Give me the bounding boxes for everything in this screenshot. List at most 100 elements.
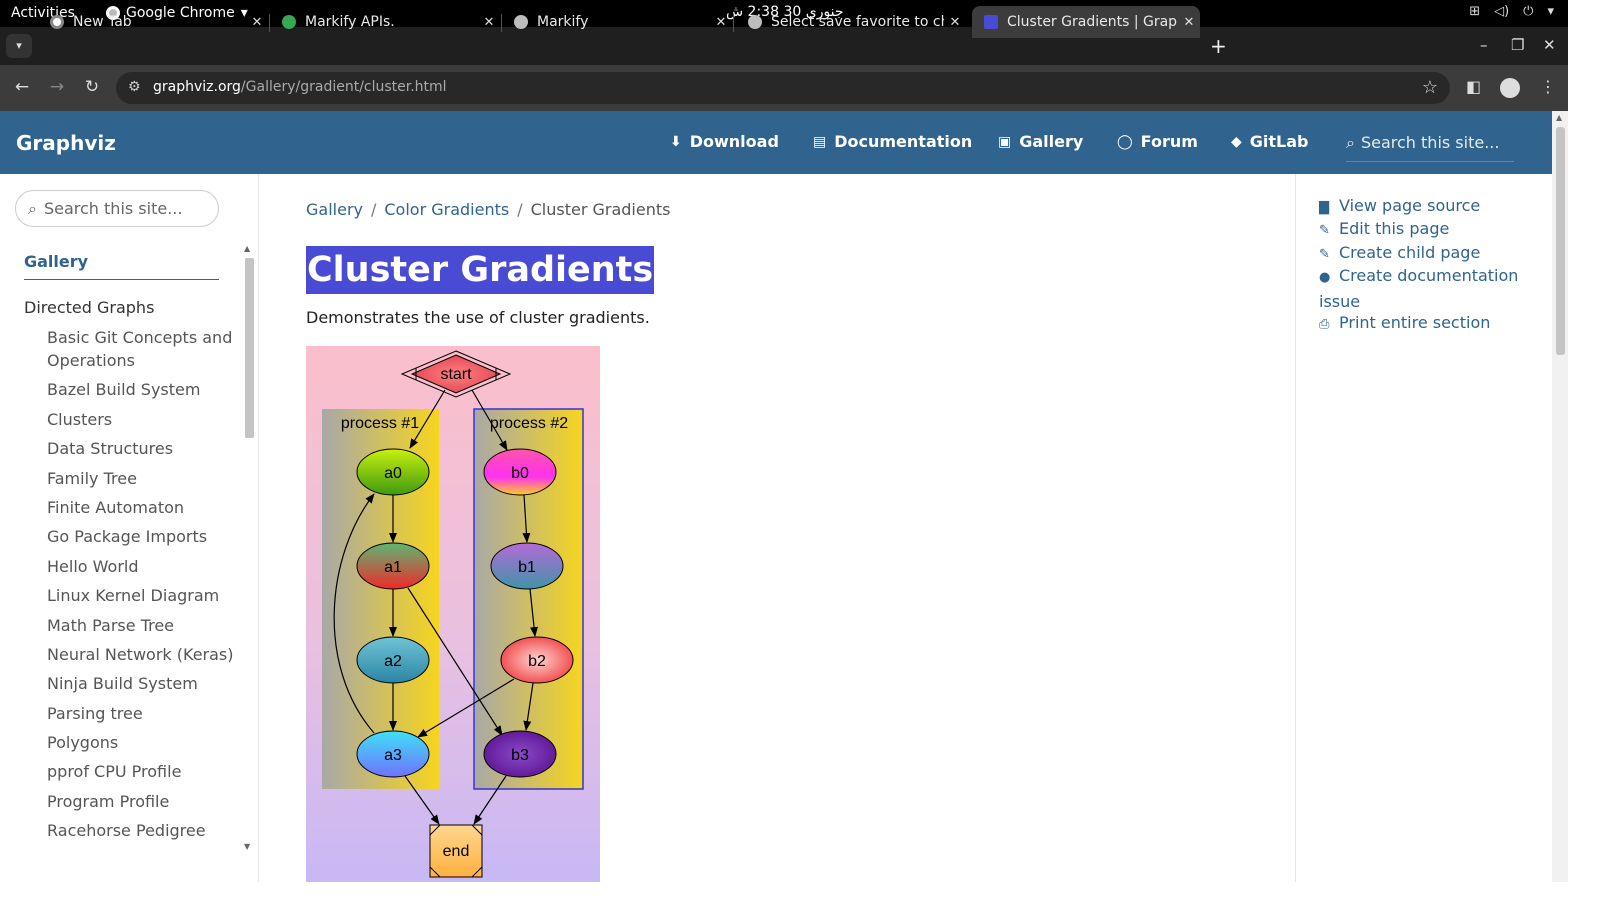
tab-title: New Tab bbox=[73, 14, 132, 30]
create-child-page-link[interactable]: ✎ Create child page bbox=[1319, 241, 1534, 267]
create-documentation-issue-link[interactable]: ● Create documentation issue bbox=[1319, 264, 1534, 313]
maximize-button[interactable]: ❐ bbox=[1511, 36, 1524, 54]
page-scrollbar[interactable]: ▲ bbox=[1552, 111, 1568, 882]
tab-cluster-gradients[interactable]: Cluster Gradients | Grapl ✕ bbox=[972, 6, 1200, 38]
sidebar-item[interactable]: Linux Kernel Diagram bbox=[47, 584, 237, 607]
sidebar-item[interactable]: Racehorse Pedigree bbox=[47, 819, 237, 842]
reload-button[interactable]: ↻ bbox=[81, 77, 103, 97]
nav-gallery[interactable]: ▣ Gallery bbox=[998, 132, 1083, 151]
node-label: b2 bbox=[528, 653, 546, 670]
tab-markify-apis[interactable]: Markify APIs. ✕ bbox=[270, 6, 500, 38]
edit-icon: ✎ bbox=[1319, 247, 1330, 262]
bookmark-star-icon[interactable]: ☆ bbox=[1422, 77, 1438, 98]
profile-avatar[interactable] bbox=[1500, 78, 1520, 98]
node-label: a2 bbox=[384, 653, 402, 670]
page-actions-sidebar: ▇ View page source ✎ Edit this page ✎ Creat… bbox=[1295, 174, 1552, 882]
minimize-button[interactable]: – bbox=[1480, 36, 1488, 54]
tab-title: Markify bbox=[537, 14, 589, 30]
chevron-down-icon: ▾ bbox=[1547, 4, 1554, 19]
download-icon: ⬇ bbox=[670, 133, 682, 150]
node-label: a0 bbox=[384, 465, 402, 482]
node-b0: b0 bbox=[483, 448, 557, 496]
page-title: Cluster Gradients bbox=[306, 246, 655, 294]
side-panel-icon[interactable]: ◧ bbox=[1466, 77, 1481, 96]
globe-icon bbox=[514, 15, 528, 29]
close-icon[interactable]: ✕ bbox=[478, 15, 500, 30]
edit-icon: ✎ bbox=[1319, 223, 1330, 238]
node-a3: a3 bbox=[356, 730, 430, 778]
tab-title: Select save favorite to ch bbox=[771, 14, 944, 30]
back-button[interactable]: ← bbox=[11, 77, 33, 97]
sidebar-item[interactable]: Math Parse Tree bbox=[47, 614, 237, 637]
graphviz-favicon bbox=[984, 15, 998, 29]
sidebar-item[interactable]: pprof CPU Profile bbox=[47, 760, 237, 783]
scrollbar-thumb[interactable] bbox=[1556, 127, 1565, 355]
tab-new-tab[interactable]: New Tab ✕ bbox=[38, 6, 268, 38]
view-page-source-link[interactable]: ▇ View page source bbox=[1319, 194, 1534, 220]
node-b1: b1 bbox=[490, 542, 564, 590]
sidebar-item[interactable]: Basic Git Concepts and Operations bbox=[47, 326, 237, 372]
sidebar-scrollbar[interactable]: ▲ ▼ bbox=[243, 244, 255, 854]
nav-forum[interactable]: ◯ Forum bbox=[1117, 132, 1198, 151]
scroll-up-arrow[interactable]: ▲ bbox=[1556, 113, 1562, 122]
node-b2: b2 bbox=[500, 636, 574, 684]
nav-documentation[interactable]: ▤ Documentation bbox=[813, 132, 972, 151]
sidebar-item[interactable]: Hello World bbox=[47, 555, 237, 578]
site-info-icon[interactable]: ⚙ bbox=[128, 79, 141, 95]
sidebar-item[interactable]: Clusters bbox=[47, 408, 237, 431]
sidebar-search-input[interactable]: ⌕ Search this site... bbox=[15, 190, 219, 227]
sidebar-item[interactable]: Finite Automaton bbox=[47, 496, 237, 519]
main-content: Gallery / Color Gradients / Cluster Grad… bbox=[259, 174, 1295, 882]
breadcrumb-color-gradients[interactable]: Color Gradients bbox=[384, 200, 509, 219]
header-search-input[interactable]: ⌕ Search this site... bbox=[1346, 124, 1514, 162]
node-label: start bbox=[440, 366, 472, 383]
address-bar[interactable]: ⚙ graphviz.org/Gallery/gradient/cluster.… bbox=[116, 72, 1450, 104]
nav-gitlab[interactable]: ◆ GitLab bbox=[1231, 132, 1309, 151]
breadcrumb: Gallery / Color Gradients / Cluster Grad… bbox=[306, 200, 671, 219]
volume-icon: ◁) bbox=[1494, 4, 1510, 19]
cluster-label-process-1: process #1 bbox=[341, 415, 419, 432]
sidebar-item[interactable]: Polygons bbox=[47, 731, 237, 754]
sidebar-section-gallery[interactable]: Gallery bbox=[24, 252, 219, 280]
network-icon: ⊞ bbox=[1469, 4, 1481, 19]
chrome-icon bbox=[50, 15, 64, 29]
sidebar-item[interactable]: Parsing tree bbox=[47, 702, 237, 725]
node-label: a3 bbox=[384, 747, 402, 764]
node-a2: a2 bbox=[356, 636, 430, 684]
sidebar-item[interactable]: Family Tree bbox=[47, 467, 237, 490]
tab-select-save-favorite[interactable]: Select save favorite to ch ✕ bbox=[736, 6, 966, 38]
images-icon: ▣ bbox=[998, 133, 1012, 150]
tab-search-button[interactable]: ▾ bbox=[6, 34, 32, 58]
scroll-up-arrow[interactable]: ▲ bbox=[244, 244, 250, 253]
close-icon[interactable]: ✕ bbox=[246, 15, 268, 30]
print-section-link[interactable]: ⎙ Print entire section bbox=[1319, 311, 1534, 337]
site-brand[interactable]: Graphviz bbox=[16, 131, 116, 155]
node-end: end bbox=[429, 824, 483, 878]
sidebar-item[interactable]: Data Structures bbox=[47, 437, 237, 460]
sidebar-item[interactable]: Program Profile bbox=[47, 790, 237, 813]
sidebar-item[interactable]: Go Package Imports bbox=[47, 525, 237, 548]
sidebar-item[interactable]: Neural Network (Keras) bbox=[47, 643, 237, 666]
sidebar-item[interactable]: Bazel Build System bbox=[47, 378, 237, 401]
gitlab-icon: ◆ bbox=[1231, 133, 1242, 150]
tab-markify[interactable]: Markify ✕ bbox=[502, 6, 732, 38]
close-icon[interactable]: ✕ bbox=[1178, 15, 1200, 30]
node-label: a1 bbox=[384, 559, 402, 576]
more-menu-icon[interactable]: ⋮ bbox=[1540, 77, 1556, 96]
node-label: end bbox=[443, 843, 470, 860]
scroll-down-arrow[interactable]: ▼ bbox=[244, 842, 250, 851]
tab-title: Cluster Gradients | Grapl bbox=[1007, 14, 1178, 30]
scrollbar-thumb[interactable] bbox=[245, 258, 254, 438]
forward-button[interactable]: → bbox=[46, 77, 68, 97]
nav-download[interactable]: ⬇ Download bbox=[670, 132, 779, 151]
search-icon: ⌕ bbox=[28, 198, 37, 218]
new-tab-button[interactable]: + bbox=[1210, 34, 1227, 58]
system-tray[interactable]: ⊞ ◁) ⏻ ▾ bbox=[1469, 4, 1554, 19]
breadcrumb-gallery[interactable]: Gallery bbox=[306, 200, 363, 219]
sidebar-item[interactable]: Ninja Build System bbox=[47, 672, 237, 695]
edit-page-link[interactable]: ✎ Edit this page bbox=[1319, 217, 1534, 243]
close-window-button[interactable]: ✕ bbox=[1543, 36, 1556, 54]
sidebar-group-directed-graphs[interactable]: Directed Graphs bbox=[24, 298, 154, 317]
close-icon[interactable]: ✕ bbox=[710, 15, 732, 30]
close-icon[interactable]: ✕ bbox=[944, 15, 966, 30]
